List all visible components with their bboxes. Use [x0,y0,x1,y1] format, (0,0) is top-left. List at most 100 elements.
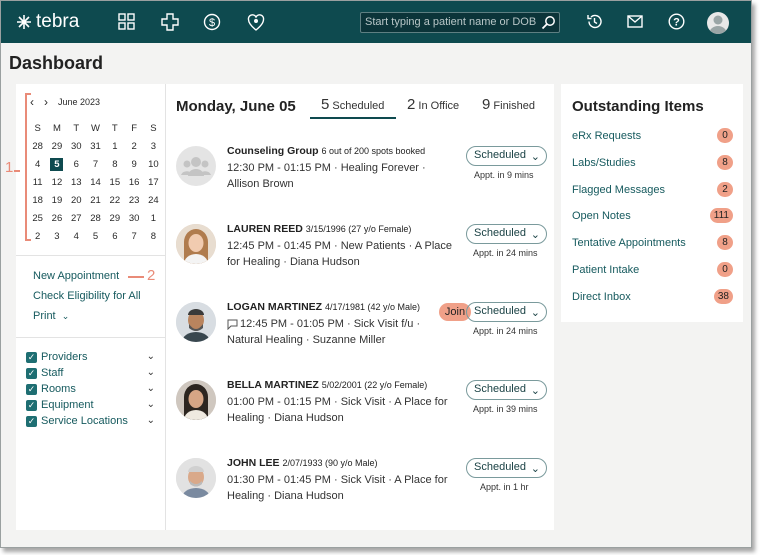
appointment-name[interactable]: BELLA MARTINEZ 5/02/2001 (22 y/o Female) [227,379,427,391]
new-appointment-link[interactable]: New Appointment [33,270,119,282]
calendar-day[interactable]: 30 [124,210,143,228]
calendar-day[interactable]: 8 [105,156,124,174]
calendar-day[interactable]: 5 [86,228,105,246]
patient-name: JOHN LEE [227,457,280,469]
appointment-name[interactable]: LAUREN REED 3/15/1996 (27 y/o Female) [227,223,411,235]
calendar-day[interactable]: 15 [105,174,124,192]
status-dropdown[interactable]: Scheduled ⌄ [466,380,547,400]
calendar-day[interactable]: 6 [67,156,86,174]
calendar-day[interactable]: 31 [86,138,105,156]
tab-finished[interactable]: 9 Finished [482,96,535,113]
chevron-down-icon[interactable]: ⌄ [147,399,155,410]
check-eligibility-link[interactable]: Check Eligibility for All [33,290,141,302]
calendar-day[interactable]: 29 [105,210,124,228]
calendar-day[interactable]: 11 [28,174,47,192]
appointment-row[interactable]: BELLA MARTINEZ 5/02/2001 (22 y/o Female)… [176,379,547,440]
appointment-row[interactable]: JOHN LEE 2/07/1933 (90 y/o Male) 01:30 P… [176,457,547,518]
calendar-day[interactable]: 8 [144,228,163,246]
filter-label: Rooms [41,383,76,395]
calendar-day[interactable]: 17 [144,174,163,192]
calendar-day[interactable]: 23 [124,192,143,210]
calendar-day[interactable]: 7 [86,156,105,174]
chevron-down-icon[interactable]: ⌄ [147,415,155,426]
calendar-day[interactable]: 13 [67,174,86,192]
calendar-day[interactable]: 7 [124,228,143,246]
calendar-day[interactable]: 20 [67,192,86,210]
appointment-name[interactable]: LOGAN MARTINEZ 4/17/1981 (42 y/o Male) [227,301,420,313]
calendar-day[interactable]: 1 [144,210,163,228]
checkbox-checked-icon[interactable]: ✓ [26,399,37,411]
checkbox-checked-icon[interactable]: ✓ [26,367,37,379]
appointment-row[interactable]: Counseling Group 6 out of 200 spots book… [176,145,547,206]
calendar-day[interactable]: 5 [50,158,64,171]
help-icon[interactable]: ? [668,13,685,33]
appointment-row[interactable]: LOGAN MARTINEZ 4/17/1981 (42 y/o Male) 1… [176,301,547,362]
appointment-name[interactable]: Counseling Group 6 out of 200 spots book… [227,145,425,157]
outstanding-item[interactable]: Open Notes 111 [572,208,733,224]
chevron-down-icon[interactable]: ⌄ [147,367,155,378]
checkbox-checked-icon[interactable]: ✓ [26,383,37,395]
outstanding-item[interactable]: Flagged Messages 2 [572,181,733,197]
calendar-day[interactable]: 12 [47,174,66,192]
appointment-name[interactable]: JOHN LEE 2/07/1933 (90 y/o Male) [227,457,378,469]
calendar-day[interactable]: 29 [47,138,66,156]
chevron-down-icon[interactable]: ⌄ [147,351,155,362]
calendar-day[interactable]: 9 [124,156,143,174]
status-dropdown[interactable]: Scheduled ⌄ [466,224,547,244]
calendar-day[interactable]: 28 [86,210,105,228]
user-avatar[interactable] [707,12,729,34]
calendar-day[interactable]: 26 [47,210,66,228]
apps-grid-icon[interactable] [118,13,135,33]
status-dropdown[interactable]: Scheduled ⌄ [466,302,547,322]
status-dropdown[interactable]: Scheduled ⌄ [466,146,547,166]
next-month-icon[interactable]: › [44,95,48,109]
search-placeholder: Start typing a patient name or DOB [365,16,537,28]
calendar-day[interactable]: 14 [86,174,105,192]
calendar-day[interactable]: 4 [67,228,86,246]
calendar-day[interactable]: 16 [124,174,143,192]
calendar-day[interactable]: 27 [67,210,86,228]
calendar-day[interactable]: 21 [86,192,105,210]
patient-engagement-icon[interactable] [247,13,265,35]
calendar-day[interactable]: 1 [105,138,124,156]
calendar-day[interactable]: 24 [144,192,163,210]
calendar-day[interactable]: 28 [28,138,47,156]
checkbox-checked-icon[interactable]: ✓ [26,351,37,363]
clinical-cross-icon[interactable] [161,13,179,34]
calendar-day[interactable]: 19 [47,192,66,210]
tab-in-office[interactable]: 2 In Office [407,96,459,113]
checkbox-checked-icon[interactable]: ✓ [26,415,37,427]
filter-equipment[interactable]: ✓ Equipment ⌄ [26,399,155,411]
prev-month-icon[interactable]: ‹ [30,95,34,109]
calendar-day[interactable]: 25 [28,210,47,228]
status-dropdown[interactable]: Scheduled ⌄ [466,458,547,478]
print-menu[interactable]: Print ⌄ [33,310,69,322]
calendar-day[interactable]: 18 [28,192,47,210]
filter-rooms[interactable]: ✓ Rooms ⌄ [26,383,155,395]
outstanding-item[interactable]: Tentative Appointments 8 [572,235,733,251]
calendar-day[interactable]: 10 [144,156,163,174]
outstanding-item[interactable]: Labs/Studies 8 [572,154,733,170]
outstanding-item[interactable]: eRx Requests 0 [572,128,733,143]
outstanding-item[interactable]: Direct Inbox 38 [572,288,733,304]
filter-providers[interactable]: ✓ Providers ⌄ [26,351,155,363]
calendar-day[interactable]: 2 [28,228,47,246]
chevron-down-icon[interactable]: ⌄ [147,383,155,394]
calendar-day[interactable]: 3 [144,138,163,156]
messages-mail-icon[interactable] [627,15,643,31]
billing-dollar-icon[interactable]: $ [203,13,221,34]
calendar-day[interactable]: 30 [67,138,86,156]
filter-service-locations[interactable]: ✓ Service Locations ⌄ [26,415,155,427]
calendar-day[interactable]: 6 [105,228,124,246]
appointment-row[interactable]: LAUREN REED 3/15/1996 (27 y/o Female) 12… [176,223,547,284]
calendar-day[interactable]: 22 [105,192,124,210]
tab-scheduled[interactable]: 5 Scheduled [321,96,384,113]
patient-search-input[interactable]: Start typing a patient name or DOB [360,12,560,33]
history-icon[interactable] [586,13,603,33]
filter-staff[interactable]: ✓ Staff ⌄ [26,367,155,379]
outstanding-item[interactable]: Patient Intake 0 [572,262,733,277]
tebra-logo[interactable]: tebra [16,11,79,33]
calendar-day[interactable]: 2 [124,138,143,156]
calendar-day[interactable]: 3 [47,228,66,246]
calendar-day[interactable]: 4 [28,156,47,174]
